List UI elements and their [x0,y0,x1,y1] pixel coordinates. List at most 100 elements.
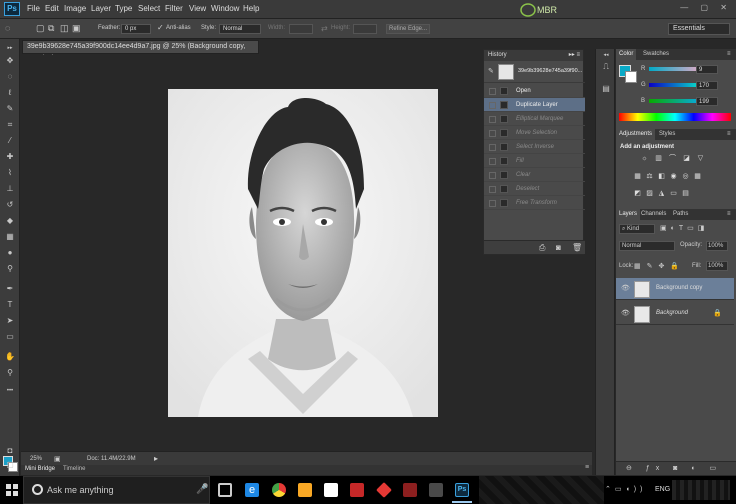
app-icon[interactable] [403,483,417,497]
tab-channels[interactable]: Channels [638,209,669,220]
pen-tool-icon[interactable]: ✒ [4,283,16,295]
marquee-tool-icon[interactable]: ◌ [5,23,10,33]
menu-layer[interactable]: Layer [91,4,111,13]
clock[interactable] [672,480,730,500]
type-tool-icon[interactable]: T [4,299,16,311]
new-document-icon[interactable]: ⎙ [539,243,545,253]
history-step[interactable]: Fill [484,154,585,168]
menu-view[interactable]: View [189,4,206,13]
color-spectrum-bar[interactable] [619,113,731,121]
tab-timeline[interactable]: Timeline [63,466,85,472]
swap-icon[interactable]: ⇄ [321,24,328,33]
menu-filter[interactable]: Filter [165,4,183,13]
tab-color[interactable]: Color [616,49,637,60]
dodge-tool-icon[interactable]: ⚲ [4,263,16,275]
history-checkbox[interactable] [489,116,496,123]
history-checkbox[interactable] [489,172,496,179]
history-panel-icon[interactable]: ⎍ [600,61,612,73]
gradient-tool-icon[interactable]: ▦ [4,231,16,243]
exposure-icon[interactable]: ◪ [683,155,690,162]
layer-row[interactable]: 👁 Background 🔒 [616,303,734,325]
panel-menu-icon[interactable]: ≡ [724,209,734,220]
menu-file[interactable]: File [27,4,40,13]
brightness-icon[interactable]: ☼ [641,155,648,162]
history-title[interactable]: History [488,52,507,58]
history-step[interactable]: Free Transform [484,196,585,210]
history-step[interactable]: Deselect [484,182,585,196]
color-value-input[interactable]: 9 [696,65,718,74]
status-icon[interactable]: ▣ [54,455,61,463]
intersect-selection-icon[interactable]: ▣ [72,23,81,34]
status-menu-arrow-icon[interactable]: ▸ [154,454,158,463]
path-select-tool-icon[interactable]: ➤ [4,315,16,327]
layer-filter-select[interactable]: ⌕ Kind [619,224,655,234]
collapse-icon[interactable]: ◂◂ [600,49,612,61]
history-checkbox[interactable] [489,186,496,193]
hand-tool-icon[interactable]: ✋ [4,351,16,363]
opacity-input[interactable]: 100% [706,241,728,251]
curves-icon[interactable]: ⌒ [669,155,676,162]
history-step[interactable]: Clear [484,168,585,182]
window-controls[interactable]: — ▢ ✕ [680,3,732,12]
panel-menu-icon[interactable]: ≡ [724,129,734,140]
windows-start-icon[interactable] [6,484,18,496]
fill-input[interactable]: 100% [706,261,728,271]
file-explorer-icon[interactable] [298,483,312,497]
edge-icon[interactable]: e [245,483,259,497]
collapse-icon[interactable]: ▸▸ [4,42,16,54]
history-checkbox[interactable] [489,144,496,151]
history-step[interactable]: Elliptical Marquee [484,112,585,126]
lock-icons[interactable]: ▦✎✥🔒 [634,262,685,270]
hue-saturation-icon[interactable]: ▦ [634,173,641,180]
tab-styles[interactable]: Styles [656,129,678,140]
invert-icon[interactable]: ◩ [634,190,641,197]
snapshot-icon[interactable]: ◙ [556,243,561,252]
black-white-icon[interactable]: ◧ [658,173,665,180]
history-step[interactable]: Select Inverse [484,140,585,154]
layer-row[interactable]: 👁 Background copy [616,278,734,300]
history-step[interactable]: Duplicate Layer [484,98,585,112]
app-icon[interactable] [429,483,443,497]
photo-filter-icon[interactable]: ◉ [670,173,677,180]
eyedropper-tool-icon[interactable]: ⁄ [4,135,16,147]
system-tray-icons[interactable]: ⌃▭◖)) [605,485,646,493]
screen-mode-icon[interactable]: ▢ [4,459,16,471]
tab-mini-bridge[interactable]: Mini Bridge [25,466,55,472]
height-input[interactable] [353,24,377,34]
chrome-icon[interactable] [272,483,286,497]
levels-icon[interactable]: ▥ [655,155,662,162]
lasso-tool-icon[interactable]: ℓ [4,87,16,99]
threshold-icon[interactable]: ◮ [658,190,665,197]
healing-brush-tool-icon[interactable]: ✚ [4,151,16,163]
history-checkbox[interactable] [489,130,496,137]
color-value-input[interactable]: 199 [696,97,718,106]
tab-adjustments[interactable]: Adjustments [616,129,656,140]
refine-edge-button[interactable]: Refine Edge... [386,24,430,34]
trash-icon[interactable]: 🗑 [572,243,582,252]
move-tool-icon[interactable]: ✥ [4,55,16,67]
menu-window[interactable]: Window [211,4,239,13]
blur-tool-icon[interactable]: ● [4,247,16,259]
layer-filter-icons[interactable]: ▣◐T▭◨ [660,224,708,232]
color-lookup-icon[interactable]: ▦ [694,173,701,180]
selective-color-icon[interactable]: ▤ [682,190,689,197]
crop-tool-icon[interactable]: ⌗ [4,119,16,131]
menu-edit[interactable]: Edit [45,4,59,13]
media-app-icon[interactable] [350,483,364,497]
checkmark-icon[interactable]: ✓ [157,23,164,32]
history-checkbox[interactable] [489,158,496,165]
new-selection-icon[interactable]: ▢ [36,23,45,34]
eye-icon[interactable]: 👁 [621,284,630,292]
history-checkbox[interactable] [489,200,496,207]
document-tab[interactable]: 39e9b39628e745a39f900dc14ee4d9a7.jpg @ 2… [22,40,259,62]
color-value-input[interactable]: 170 [696,81,718,90]
taskbar-search[interactable]: Ask me anything 🎤 [23,476,210,504]
clone-stamp-tool-icon[interactable]: ⊥ [4,183,16,195]
language-indicator[interactable]: ENG [655,486,670,493]
workspace-select[interactable]: Essentials [668,23,730,35]
tab-paths[interactable]: Paths [670,209,691,220]
zoom-level[interactable]: 25% [30,456,42,462]
eraser-tool-icon[interactable]: ◆ [4,215,16,227]
history-checkbox[interactable] [489,88,496,95]
store-icon[interactable] [324,483,338,497]
